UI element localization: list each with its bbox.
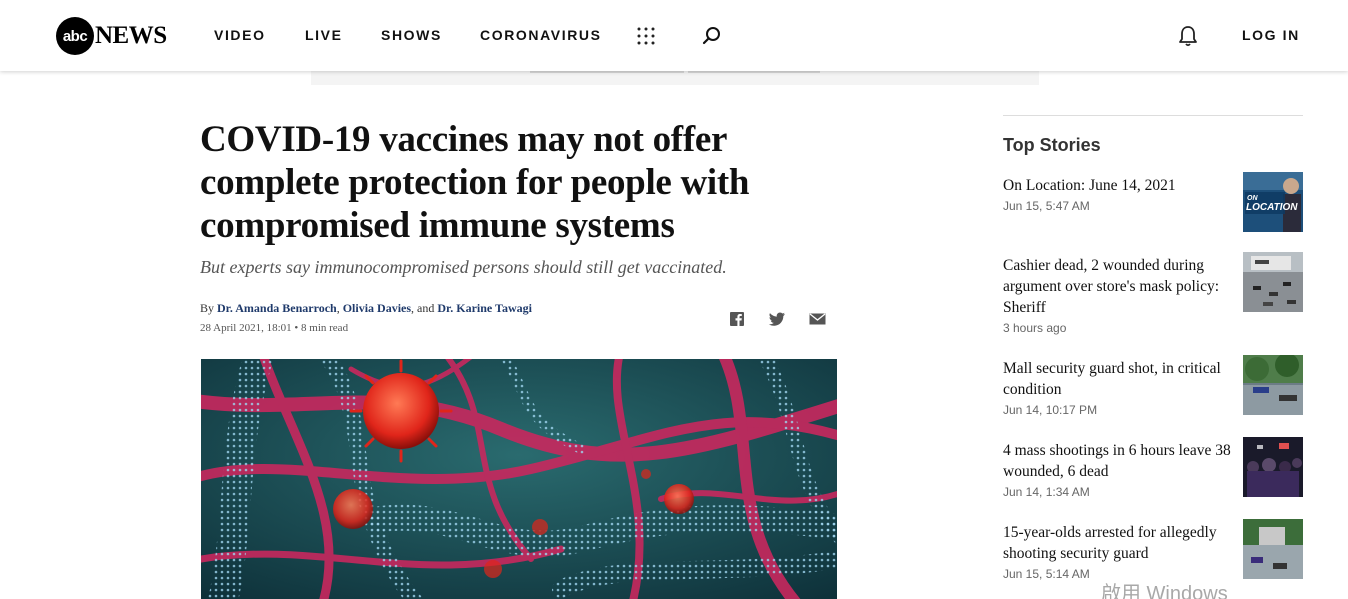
nav-video[interactable]: VIDEO [214,27,266,43]
story-item[interactable]: Mall security guard shot, in critical co… [1003,355,1303,417]
article-meta: 28 April 2021, 18:01 • 8 min read [200,322,348,334]
sidebar-divider [1003,115,1303,116]
news-wordmark: NEWS [95,22,167,49]
hero-virus-image [201,359,837,599]
site-header: abc NEWS VIDEO LIVE SHOWS CORONAVIRUS LO… [0,0,1348,71]
read-time: • 8 min read [291,322,349,334]
byline-separator: , and [411,301,438,315]
story-item[interactable]: 4 mass shootings in 6 hours leave 38 wou… [1003,437,1303,499]
byline-prefix: By [200,301,218,315]
grid-menu-icon[interactable] [637,27,655,45]
story-thumbnail[interactable]: ON LOCATION [1243,172,1303,232]
windows-activation-watermark: 啟用 Windows [1101,583,1228,599]
nav-shows[interactable]: SHOWS [381,27,442,43]
story-title[interactable]: 15-year-olds arrested for allegedly shoo… [1003,522,1231,564]
story-thumbnail[interactable] [1243,519,1303,579]
ad-bar-2 [688,71,820,73]
article-headline: COVID-19 vaccines may not offer complete… [200,119,750,246]
abc-logo-mark: abc [56,17,94,55]
login-button[interactable]: LOG IN [1242,27,1300,43]
story-title[interactable]: On Location: June 14, 2021 [1003,175,1231,196]
story-thumbnail[interactable] [1243,355,1303,415]
abc-news-logo[interactable]: abc NEWS [56,16,167,56]
search-icon[interactable] [702,26,722,46]
virus-particle [349,359,453,463]
byline: By Dr. Amanda Benarroch, Olivia Davies, … [200,301,532,316]
story-title[interactable]: Cashier dead, 2 wounded during argument … [1003,255,1231,318]
story-title[interactable]: 4 mass shootings in 6 hours leave 38 wou… [1003,440,1231,482]
thumbnail-on-text: ON [1247,195,1258,202]
nav-live[interactable]: LIVE [305,27,343,43]
author-link[interactable]: Dr. Amanda Benarroch [217,301,337,315]
ad-banner-strip [311,71,1039,85]
story-time: 3 hours ago [1003,321,1067,335]
nav-coronavirus[interactable]: CORONAVIRUS [480,27,602,43]
story-item[interactable]: 15-year-olds arrested for allegedly shoo… [1003,519,1303,581]
story-thumbnail[interactable] [1243,437,1303,497]
ad-bar-1 [530,71,684,73]
email-share-icon[interactable] [809,311,826,327]
article-subhead: But experts say immunocompromised person… [200,257,727,277]
top-stories-heading: Top Stories [1003,135,1101,155]
story-thumbnail[interactable] [1243,252,1303,312]
story-title[interactable]: Mall security guard shot, in critical co… [1003,358,1231,400]
notification-bell-icon[interactable] [1178,25,1198,47]
story-item[interactable]: On Location: June 14, 2021 Jun 15, 5:47 … [1003,172,1303,232]
author-link[interactable]: Dr. Karine Tawagi [437,301,532,315]
author-link[interactable]: Olivia Davies [343,301,411,315]
facebook-share-icon[interactable] [729,311,745,327]
thumbnail-location-text: LOCATION [1246,202,1298,213]
publish-date: 28 April 2021, 18:01 [200,322,292,334]
story-item[interactable]: Cashier dead, 2 wounded during argument … [1003,252,1303,335]
twitter-share-icon[interactable] [768,311,786,327]
